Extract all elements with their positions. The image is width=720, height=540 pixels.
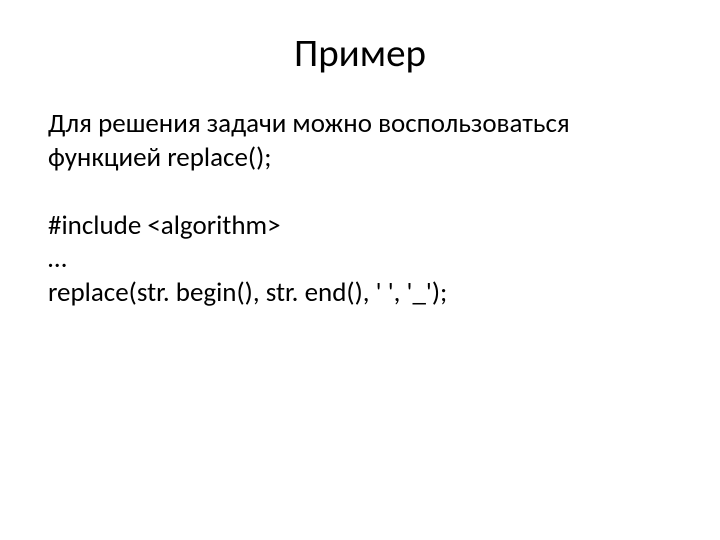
intro-paragraph: Для решения задачи можно воспользоваться…: [48, 107, 672, 175]
code-line-1: #include <algorithm>: [48, 209, 672, 243]
slide-body: Для решения задачи можно воспользоваться…: [48, 107, 672, 310]
code-line-2: …: [48, 242, 672, 276]
slide-container: Пример Для решения задачи можно воспольз…: [0, 0, 720, 540]
slide-title: Пример: [48, 30, 672, 77]
code-line-3: replace(str. begin(), str. end(), ' ', '…: [48, 276, 672, 310]
